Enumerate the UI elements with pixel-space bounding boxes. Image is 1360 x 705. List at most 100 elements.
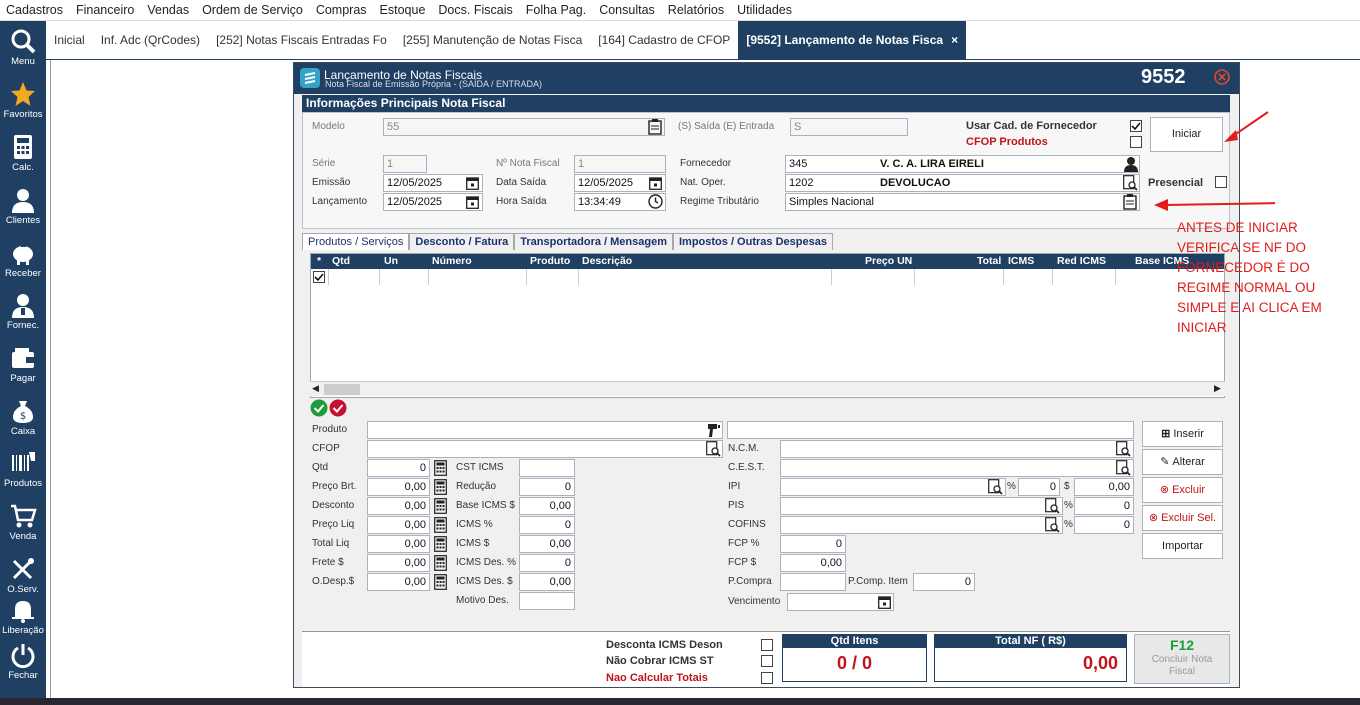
grid-horizontal-scrollbar[interactable]: ◀ ▶ [310, 381, 1225, 396]
tab-inicial[interactable]: Inicial [46, 21, 93, 60]
search-doc-icon[interactable] [1116, 460, 1131, 476]
search-doc-icon[interactable] [706, 441, 721, 457]
odesp-field[interactable]: 0,00 [367, 573, 430, 591]
serie-field[interactable]: 1 [383, 155, 427, 173]
cest-field[interactable] [780, 459, 1134, 477]
menu-compras[interactable]: Compras [316, 3, 367, 17]
menu-relatorios[interactable]: Relatórios [668, 3, 724, 17]
tab-impostos[interactable]: Impostos / Outras Despesas [673, 233, 833, 250]
sidebar-item-favoritos[interactable]: Favoritos [0, 80, 46, 120]
tab-inf-adc[interactable]: Inf. Adc (QrCodes) [93, 21, 208, 60]
nat-oper-field[interactable]: 1202 DEVOLUCAO [785, 174, 1140, 192]
scroll-thumb[interactable] [324, 384, 360, 395]
sidebar-item-produtos[interactable]: Produtos [0, 449, 46, 489]
motivo-des-field[interactable] [519, 592, 575, 610]
row-select-checkbox[interactable] [313, 271, 325, 283]
frete-field[interactable]: 0,00 [367, 554, 430, 572]
calculator-icon[interactable] [434, 536, 447, 552]
calculator-icon[interactable] [434, 498, 447, 514]
sidebar-item-fechar[interactable]: Fechar [0, 641, 46, 681]
base-icms-field[interactable]: 0,00 [519, 497, 575, 515]
col-icms[interactable]: ICMS [1008, 255, 1034, 267]
sidebar-item-fornec[interactable]: Fornec. [0, 291, 46, 331]
scroll-right-icon[interactable]: ▶ [1214, 383, 1221, 394]
menu-estoque[interactable]: Estoque [380, 3, 426, 17]
concluir-nota-button[interactable]: F12 Concluir Nota Fiscal [1134, 634, 1230, 684]
menu-cadastros[interactable]: Cadastros [6, 3, 63, 17]
menu-financeiro[interactable]: Financeiro [76, 3, 134, 17]
menu-consultas[interactable]: Consultas [599, 3, 655, 17]
ipi-val-field[interactable]: 0,00 [1074, 478, 1134, 496]
clipboard-icon[interactable] [1123, 194, 1137, 210]
barcode-scanner-icon[interactable] [707, 423, 721, 438]
desconta-icms-checkbox[interactable] [761, 639, 773, 651]
tab-transportadora[interactable]: Transportadora / Mensagem [514, 233, 673, 250]
total-liq-field[interactable]: 0,00 [367, 535, 430, 553]
calculator-icon[interactable] [434, 555, 447, 571]
tab-252[interactable]: [252] Notas Fiscais Entradas Fo [208, 21, 395, 60]
clock-icon[interactable] [648, 194, 663, 209]
calculator-icon[interactable] [434, 574, 447, 590]
col-red-icms[interactable]: Red ICMS [1057, 255, 1106, 267]
search-doc-icon[interactable] [988, 479, 1003, 495]
sidebar-item-liberacao[interactable]: Liberação [0, 596, 46, 636]
nota-fiscal-field[interactable]: 1 [574, 155, 666, 173]
regime-field[interactable]: Simples Nacional [785, 193, 1140, 211]
produto-descricao-field[interactable] [727, 421, 1134, 439]
sidebar-item-oserv[interactable]: O.Serv. [0, 555, 46, 595]
usar-cad-fornecedor-checkbox[interactable] [1130, 120, 1142, 132]
reducao-field[interactable]: 0 [519, 478, 575, 496]
icms-val-field[interactable]: 0,00 [519, 535, 575, 553]
nao-calcular-checkbox[interactable] [761, 672, 773, 684]
items-grid[interactable]: * Qtd Un Número Produto Descrição Preço … [310, 253, 1225, 398]
pcompra-field[interactable] [780, 573, 846, 591]
col-total[interactable]: Total [977, 255, 1001, 267]
icms-pct-field[interactable]: 0 [519, 516, 575, 534]
confirm-icon[interactable] [310, 399, 328, 417]
calculator-icon[interactable] [434, 460, 447, 476]
cfop-produtos-checkbox[interactable] [1130, 136, 1142, 148]
col-preco-un[interactable]: Preço UN [865, 255, 912, 267]
pcomp-item-field[interactable]: 0 [913, 573, 975, 591]
col-qtd[interactable]: Qtd [332, 255, 350, 267]
col-star[interactable]: * [317, 255, 321, 267]
menu-docs-fiscais[interactable]: Docs. Fiscais [438, 3, 512, 17]
close-tab-icon[interactable]: × [951, 33, 958, 47]
saida-entrada-field[interactable]: S [790, 118, 908, 136]
ipi-field[interactable] [780, 478, 1006, 496]
preco-brt-field[interactable]: 0,00 [367, 478, 430, 496]
calendar-icon[interactable] [649, 176, 662, 190]
tab-desconto-fatura[interactable]: Desconto / Fatura [409, 233, 515, 250]
sidebar-item-calc[interactable]: Calc. [0, 133, 46, 173]
tab-255[interactable]: [255] Manutenção de Notas Fisca [395, 21, 590, 60]
search-doc-icon[interactable] [1116, 441, 1131, 457]
nao-cobrar-checkbox[interactable] [761, 655, 773, 667]
alterar-button[interactable]: ✎ Alterar [1142, 449, 1223, 475]
importar-button[interactable]: Importar [1142, 533, 1223, 559]
close-icon[interactable] [1214, 69, 1230, 85]
menu-utilidades[interactable]: Utilidades [737, 3, 792, 17]
fcp-pct-field[interactable]: 0 [780, 535, 846, 553]
sidebar-item-venda[interactable]: Venda [0, 502, 46, 542]
sidebar-item-clientes[interactable]: Clientes [0, 186, 46, 226]
produto-field[interactable] [367, 421, 723, 439]
tab-produtos-servicos[interactable]: Produtos / Serviços [302, 233, 410, 250]
calculator-icon[interactable] [434, 517, 447, 533]
qtd-field[interactable]: 0 [367, 459, 430, 477]
excluir-sel-button[interactable]: ⊗ Excluir Sel. [1142, 505, 1223, 531]
cofins-field[interactable] [780, 516, 1063, 534]
preco-liq-field[interactable]: 0,00 [367, 516, 430, 534]
cst-icms-field[interactable] [519, 459, 575, 477]
calendar-icon[interactable] [466, 176, 479, 190]
calendar-icon[interactable] [878, 595, 891, 609]
pis-field[interactable] [780, 497, 1063, 515]
search-doc-icon[interactable] [1045, 517, 1060, 533]
col-un[interactable]: Un [384, 255, 398, 267]
calculator-icon[interactable] [434, 479, 447, 495]
cfop-field[interactable] [367, 440, 723, 458]
menu-vendas[interactable]: Vendas [147, 3, 189, 17]
cofins-pct-field[interactable]: 0 [1074, 516, 1134, 534]
sidebar-item-receber[interactable]: Receber [0, 239, 46, 279]
tab-9552[interactable]: [9552] Lançamento de Notas Fisca × [738, 20, 967, 60]
search-doc-icon[interactable] [1045, 498, 1060, 514]
